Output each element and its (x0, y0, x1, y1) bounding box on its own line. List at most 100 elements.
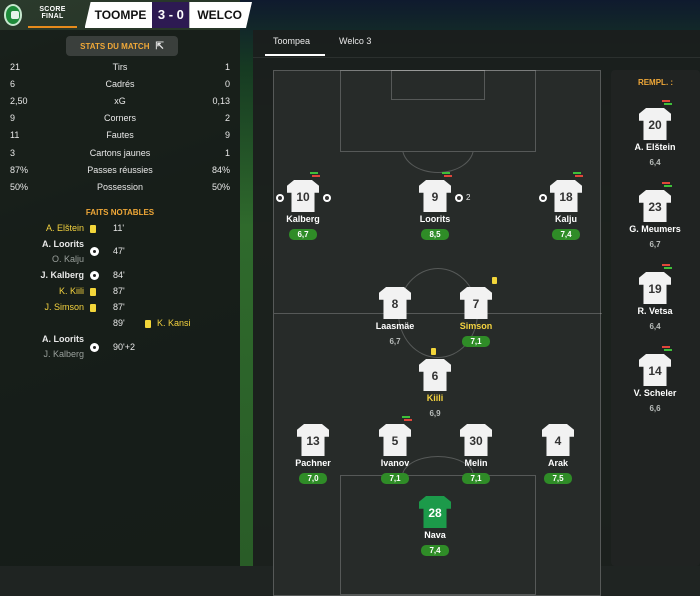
player-rating: 6,7 (389, 337, 401, 346)
player-card[interactable]: 8 Laasmäe 6,7 (355, 287, 435, 349)
event-time: 11' (113, 223, 125, 233)
player-name: Arak (547, 458, 568, 468)
player-card[interactable]: 7 Simson 7,1 (436, 277, 516, 349)
shirt-icon: 20 (639, 108, 671, 140)
player-name: Loorits (419, 214, 451, 224)
substitution-icon (310, 172, 320, 178)
match-stats-button[interactable]: STATS DU MATCH ⇱ (66, 36, 178, 56)
player-card[interactable]: 13 Pachner 7,0 (273, 424, 353, 486)
home-team-name: TOOMPE (84, 2, 153, 28)
goal-count: 2 (466, 193, 471, 202)
tab-away-team[interactable]: Welco 3 (339, 36, 371, 46)
player-card[interactable]: 6 Kiili 6,9 (395, 348, 475, 421)
match-stats-panel: STATS DU MATCH ⇱ 21 Tirs 1 6 Cadrés 0 2,50 xG… (0, 30, 240, 566)
goalkeeper-shirt-icon: 28 (419, 496, 451, 528)
event-time: 87' (113, 302, 125, 312)
substitution-icon (662, 100, 672, 106)
yellow-card-icon (145, 320, 151, 328)
events-title: FAITS NOTABLES (85, 208, 155, 217)
stat-row: 3 Cartons jaunes 1 (10, 146, 230, 160)
stat-home: 11 (10, 130, 20, 140)
player-rating: 8,5 (421, 229, 449, 240)
active-tab-indicator (265, 54, 325, 56)
stat-row: 21 Tirs 1 (10, 60, 230, 74)
player-rating: 7,1 (381, 473, 409, 484)
event-time: 89' (113, 318, 125, 328)
event-assist: J. Kalberg (43, 349, 84, 359)
sub-player-card[interactable]: 20 A. Elštein 6,4 (615, 100, 695, 170)
player-name: Laasmäe (375, 321, 415, 331)
stat-home: 87% (10, 165, 29, 175)
stat-away: 1 (224, 62, 230, 72)
event-time: 84' (113, 270, 125, 280)
match-score: 3 - 0 (152, 2, 190, 28)
player-rating: 7,0 (299, 473, 327, 484)
player-name: Ivanov (380, 458, 410, 468)
shirt-icon: 7 (460, 287, 492, 319)
substitution-icon (662, 264, 672, 270)
stat-row: 6 Cadrés 0 (10, 77, 230, 91)
stat-label: Corners (103, 113, 136, 123)
shirt-icon: 13 (297, 424, 329, 456)
score-final-tab[interactable]: SCORE FINAL (28, 6, 77, 28)
substitution-icon (402, 416, 412, 422)
player-rating: 7,4 (421, 545, 449, 556)
stat-home: 21 (10, 62, 21, 72)
player-name: V. Scheler (633, 388, 677, 398)
shirt-icon: 8 (379, 287, 411, 319)
stat-away: 2 (224, 113, 230, 123)
player-card[interactable]: 4 Arak 7,5 (518, 424, 598, 486)
player-name: Melin (464, 458, 488, 468)
yellow-card-icon (431, 348, 436, 355)
stat-away: 50% (211, 182, 230, 192)
shirt-icon: 5 (379, 424, 411, 456)
player-name: Kalju (554, 214, 577, 224)
player-name: R. Vetsa (637, 306, 673, 316)
stat-away: 9 (224, 130, 230, 140)
shirt-icon: 10 (287, 180, 319, 212)
stat-row: 50% Possession 50% (10, 180, 230, 194)
yellow-card-icon (90, 225, 96, 233)
substitution-icon (573, 172, 583, 178)
sub-player-card[interactable]: 14 V. Scheler 6,6 (615, 346, 695, 416)
stat-label: xG (114, 96, 126, 106)
match-stats-button-label: STATS DU MATCH (80, 41, 150, 51)
player-card[interactable]: 10 Kalberg 6,7 (263, 172, 343, 242)
assist-ball-icon (539, 194, 547, 202)
player-card[interactable]: 5 Ivanov 7,1 (355, 416, 435, 486)
yellow-card-icon (90, 304, 96, 312)
player-rating: 6,7 (649, 240, 661, 249)
stat-label: Fautes (106, 130, 134, 140)
lineup-panel: Toompea Welco 3 10 Kalberg 6,7 9 Loorits… (253, 30, 700, 596)
tab-home-team[interactable]: Toompea (273, 36, 310, 46)
player-card[interactable]: 28 Nava 7,4 (395, 496, 475, 558)
event-name: J. Kalberg (40, 270, 84, 280)
event-time: 87' (113, 286, 125, 296)
player-rating: 6,9 (429, 409, 441, 418)
stat-home: 50% (10, 182, 29, 192)
stat-label: Tirs (112, 62, 128, 72)
assist-ball-icon (323, 194, 331, 202)
stat-away: 1 (224, 148, 230, 158)
player-card[interactable]: 9 Loorits 8,5 2 (395, 172, 475, 242)
tab-divider (253, 57, 700, 58)
shirt-icon: 18 (550, 180, 582, 212)
player-rating: 7,1 (462, 336, 490, 347)
player-rating: 6,4 (649, 158, 661, 167)
player-rating: 6,6 (649, 404, 661, 413)
substitution-icon (442, 172, 452, 178)
stat-row: 11 Fautes 9 (10, 128, 230, 142)
stat-label: Possession (96, 182, 144, 192)
event-name: A. Loorits (42, 334, 84, 344)
shirt-icon: 9 (419, 180, 451, 212)
player-rating: 7,5 (544, 473, 572, 484)
away-team-name: WELCO (189, 2, 252, 28)
substitutes-panel: REMPL. : 20 A. Elštein 6,4 23 G. Meumers… (611, 70, 700, 566)
player-card[interactable]: 18 Kalju 7,4 (526, 172, 606, 242)
sub-player-card[interactable]: 19 R. Vetsa 6,4 (615, 264, 695, 334)
sub-player-card[interactable]: 23 G. Meumers 6,7 (615, 182, 695, 252)
event-name: K. Kiili (58, 286, 84, 296)
event-name: J. Simson (44, 302, 84, 312)
stat-away: 84% (211, 165, 230, 175)
player-card[interactable]: 30 Melin 7,1 (436, 424, 516, 486)
